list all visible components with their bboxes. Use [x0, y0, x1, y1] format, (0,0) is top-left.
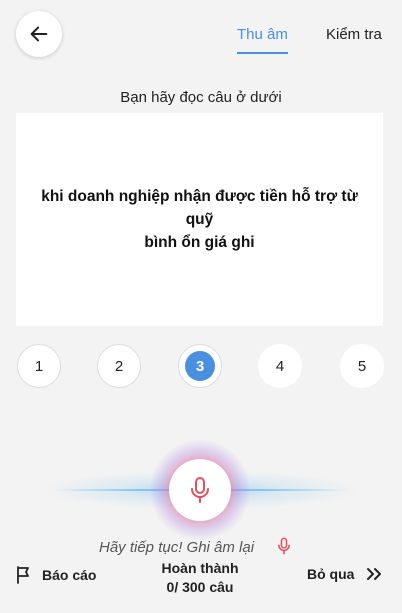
step-label: 5: [357, 357, 367, 375]
step-current-badge: 3: [185, 351, 215, 381]
progress-status: Hoàn thành 0/ 300 câu: [140, 559, 260, 597]
step-5[interactable]: 5: [340, 344, 384, 388]
step-1[interactable]: 1: [17, 344, 61, 388]
arrow-left-icon: [30, 26, 48, 42]
double-chevron-right-icon: [367, 568, 382, 580]
tab-check[interactable]: Kiểm tra: [326, 26, 382, 43]
progress-title: Hoàn thành: [161, 560, 239, 576]
flag-icon: [17, 566, 29, 584]
sentence-text: khi doanh nghiệp nhận được tiền hỗ trợ t…: [36, 185, 363, 254]
back-button[interactable]: [16, 11, 62, 57]
step-4[interactable]: 4: [258, 344, 302, 388]
microphone-icon: [191, 477, 209, 503]
sentence-line-1: khi doanh nghiệp nhận được tiền hỗ trợ t…: [41, 188, 358, 228]
microphone-small-icon[interactable]: [277, 537, 291, 555]
skip-label: Bỏ qua: [307, 566, 355, 582]
step-label: 1: [34, 357, 44, 375]
progress-count: 0/ 300 câu: [166, 579, 234, 595]
step-2[interactable]: 2: [97, 344, 141, 388]
sentence-card: khi doanh nghiệp nhận được tiền hỗ trợ t…: [16, 113, 383, 326]
step-3-current[interactable]: 3: [178, 344, 222, 388]
tab-record[interactable]: Thu âm: [237, 26, 288, 43]
sentence-line-2: bình ổn giá ghi: [144, 234, 255, 251]
recording-hint: Hãy tiếp tục! Ghi âm lại: [99, 539, 255, 556]
tab-active-indicator: [237, 52, 288, 54]
report-label: Báo cáo: [42, 567, 97, 583]
report-button[interactable]: Báo cáo: [16, 566, 96, 584]
step-label: 3: [195, 357, 205, 375]
skip-button[interactable]: Bỏ qua: [307, 566, 382, 582]
step-label: 2: [114, 357, 124, 375]
record-button[interactable]: [169, 459, 231, 521]
step-label: 4: [275, 357, 285, 375]
instruction-text: Bạn hãy đọc câu ở dưới: [120, 89, 282, 106]
